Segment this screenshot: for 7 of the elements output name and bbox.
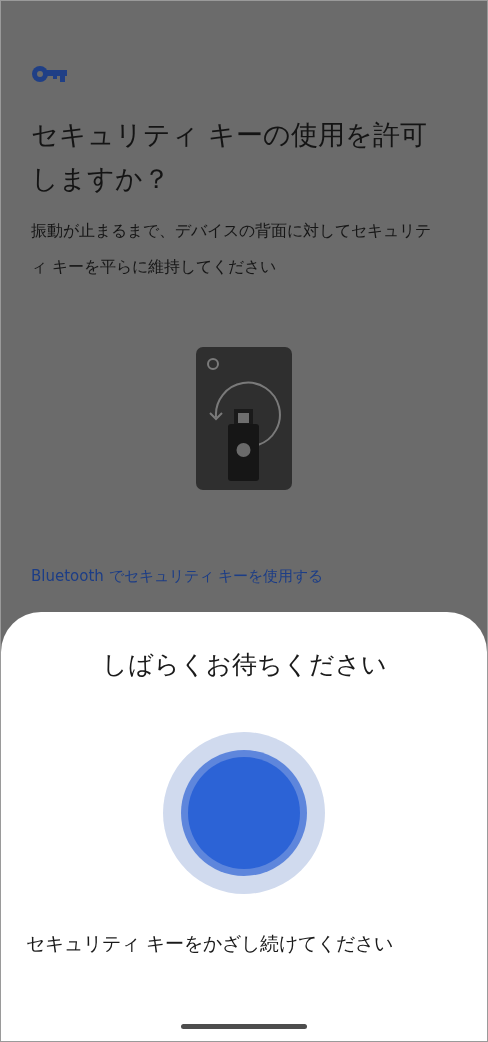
dialog-title: セキュリティ キーの使用を許可しますか？: [31, 118, 428, 196]
instruction-text: 振動が止まるまで、デバイスの背面に対してセキュリティ キーを平らに維持してください: [31, 220, 432, 278]
key-icon: [31, 64, 67, 83]
home-indicator[interactable]: [181, 1024, 307, 1029]
sheet-title: しばらくお待ちください: [101, 649, 387, 681]
sheet-message: セキュリティ キーをかざし続けてください: [26, 931, 393, 956]
option-link[interactable]: Bluetooth でセキュリティ キーを使用する: [31, 560, 457, 593]
